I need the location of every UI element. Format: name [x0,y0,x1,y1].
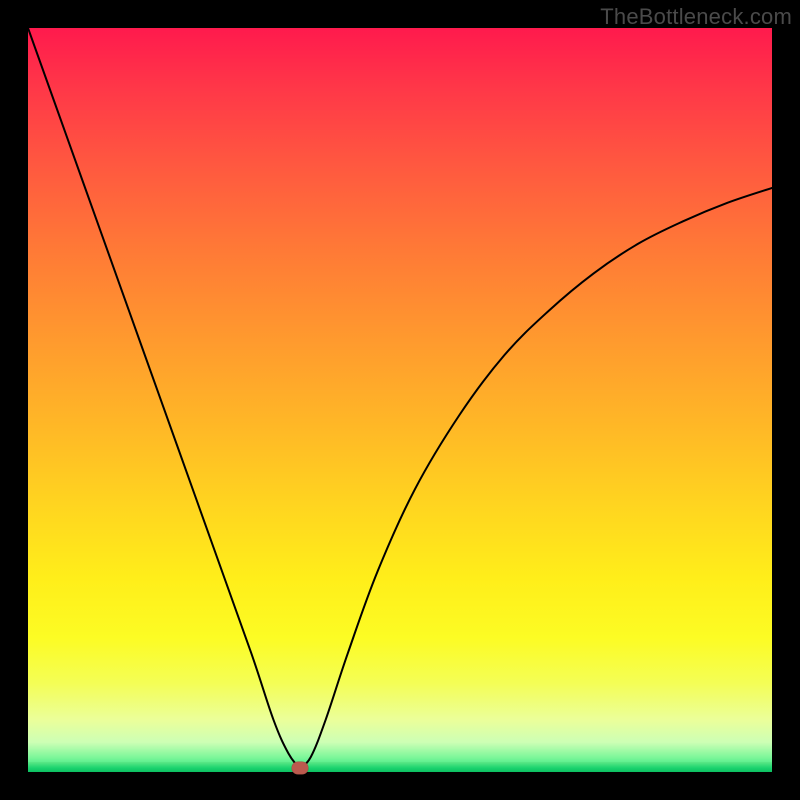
curve-path [28,28,772,768]
watermark-text: TheBottleneck.com [600,4,792,30]
plot-area [28,28,772,772]
chart-frame: TheBottleneck.com [0,0,800,800]
optimal-point-marker [291,762,308,775]
bottleneck-curve [28,28,772,772]
